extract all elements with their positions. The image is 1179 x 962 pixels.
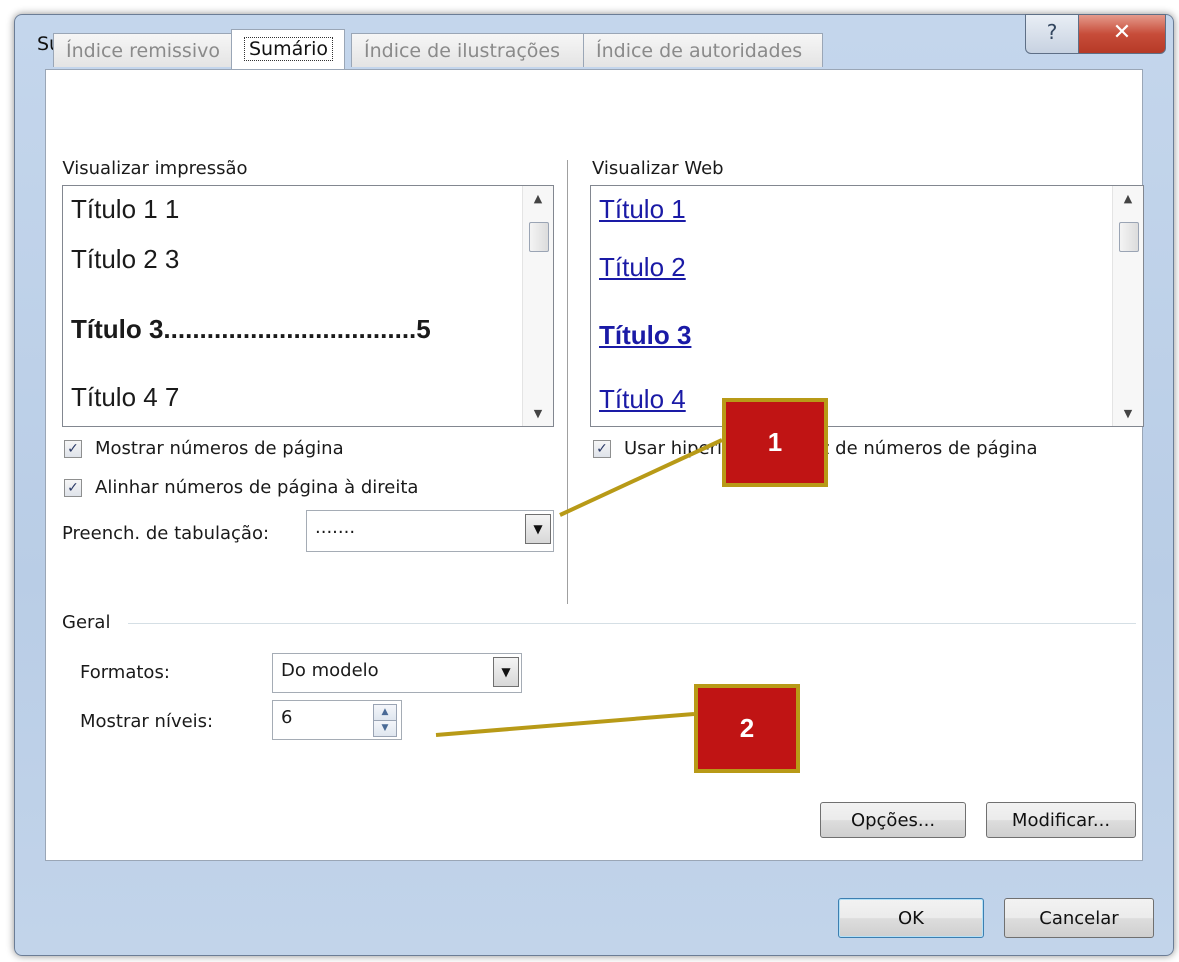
callout-2-line <box>435 712 695 737</box>
callout-1: 1 <box>722 398 828 487</box>
tab-sumario-label: Sumário <box>244 37 333 61</box>
callout-lines <box>435 438 723 737</box>
callout-2: 2 <box>694 684 800 773</box>
tab-sumario[interactable]: Sumário <box>231 29 345 69</box>
callout-1-line <box>559 438 723 517</box>
